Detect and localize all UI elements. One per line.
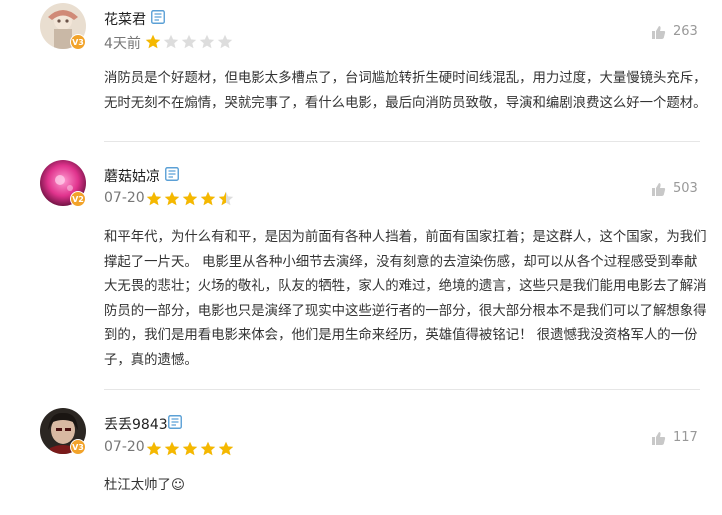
like-count: 117 bbox=[673, 430, 698, 445]
star-icon bbox=[199, 34, 215, 49]
review-time: 4天前 bbox=[104, 36, 141, 52]
star-icon bbox=[146, 441, 162, 456]
star-rating bbox=[145, 34, 235, 50]
review-item: V3 花菜君 4天前 263 消防员是个好题材，但电影太多槽点了，台词尴尬转折生… bbox=[0, 0, 722, 135]
ticket-icon bbox=[151, 10, 165, 24]
divider bbox=[104, 141, 700, 142]
review-line: 无时无刻不在煽情，哭就完事了，看什么电影，最后向消防员致敬，导演和编剧浪费这么好… bbox=[104, 95, 707, 111]
star-icon bbox=[145, 34, 161, 49]
review-line: 子，真的遗憾。 bbox=[104, 352, 198, 368]
username[interactable]: 蘑菇姑凉 bbox=[104, 166, 160, 186]
star-icon bbox=[200, 191, 216, 206]
star-icon bbox=[164, 191, 180, 206]
divider bbox=[104, 389, 700, 390]
review-content: 杜江太帅了☺ bbox=[104, 474, 704, 499]
star-icon bbox=[146, 191, 162, 206]
review-item: V3 丢丢9843 07-20 117 杜江太帅了☺ bbox=[0, 400, 722, 515]
star-icon bbox=[182, 441, 198, 456]
username[interactable]: 丢丢9843 bbox=[104, 414, 168, 434]
star-icon bbox=[182, 191, 198, 206]
ticket-icon bbox=[165, 167, 179, 181]
thumbs-up-icon[interactable] bbox=[651, 182, 666, 197]
thumbs-up-icon[interactable] bbox=[651, 25, 666, 40]
like-count: 503 bbox=[673, 181, 698, 196]
review-time: 07-20 bbox=[104, 190, 145, 206]
review-time: 07-20 bbox=[104, 439, 145, 455]
review-content: 和平年代，为什么有和平，是因为前面有各种人挡着，前面有国家扛着；是这群人，这个国… bbox=[104, 226, 707, 373]
review-line: 消防员是个好题材，但电影太多槽点了，台词尴尬转折生硬时间线混乱，用力过度，大量慢… bbox=[104, 71, 707, 86]
star-icon bbox=[181, 34, 197, 49]
vip-level-badge: V3 bbox=[70, 34, 86, 50]
like-count: 263 bbox=[673, 24, 698, 39]
vip-level-badge: V3 bbox=[70, 439, 86, 455]
star-rating bbox=[146, 441, 236, 457]
review-line: 大无畏的悲壮；火场的敬礼，队友的牺牲，家人的难过，绝境的遗言，这些只是我们能用电… bbox=[104, 279, 707, 294]
thumbs-up-icon[interactable] bbox=[651, 431, 666, 446]
star-rating bbox=[146, 191, 236, 207]
review-line: 和平年代，为什么有和平，是因为前面有各种人挡着，前面有国家扛着；是这群人，这个国… bbox=[104, 230, 707, 245]
star-icon bbox=[200, 441, 216, 456]
star-icon bbox=[218, 191, 234, 206]
star-icon bbox=[217, 34, 233, 49]
review-item: V2 蘑菇姑凉 07-20 503 和平年代，为什么有和平，是因为前面有各种人挡… bbox=[0, 150, 722, 380]
vip-level-badge: V2 bbox=[70, 191, 86, 207]
star-icon bbox=[218, 441, 234, 456]
review-line: 防员的一部分，电影也只是演绎了现实中这些逆行者的一部分，很大部分根本不是我们可以… bbox=[104, 303, 707, 319]
username[interactable]: 花菜君 bbox=[104, 9, 146, 29]
ticket-icon bbox=[168, 415, 182, 429]
star-icon bbox=[164, 441, 180, 456]
review-line: 到的，我们是用看电影来体会，他们是用生命来经历，英雄值得被铭记！ 很遗憾我没资格… bbox=[104, 328, 698, 343]
review-line: 撑起了一片天。 电影里从各种小细节去演绎，没有刻意的去渲染伤感，却可以从各个过程… bbox=[104, 254, 698, 270]
review-content: 消防员是个好题材，但电影太多槽点了，台词尴尬转折生硬时间线混乱，用力过度，大量慢… bbox=[104, 67, 707, 116]
star-icon bbox=[163, 34, 179, 49]
review-line: 杜江太帅了☺ bbox=[104, 478, 185, 493]
